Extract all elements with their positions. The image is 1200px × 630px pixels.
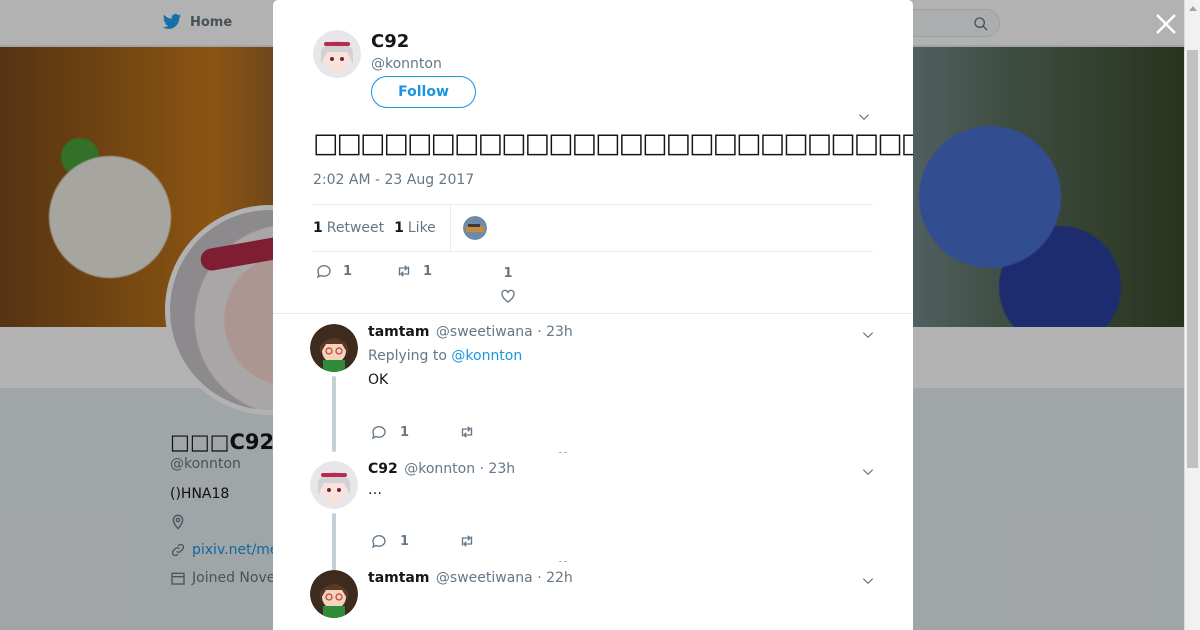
reply-action[interactable]: 1: [315, 262, 352, 280]
reply-author-handle[interactable]: @sweetiwana: [436, 324, 533, 340]
tweet-actions: 1 1 1: [313, 262, 873, 305]
tweet-stats: 1 Retweet 1 Like: [313, 204, 873, 252]
retweet-icon: [461, 426, 473, 438]
chevron-down-icon[interactable]: [861, 328, 875, 342]
thread-line: [332, 376, 336, 452]
follow-button[interactable]: Follow: [371, 76, 476, 108]
tweet-author-handle[interactable]: @konnton: [371, 56, 442, 72]
retweet-stat-label: Retweet: [326, 220, 385, 236]
like-action[interactable]: 1: [499, 266, 517, 305]
reply-action[interactable]: 1: [370, 423, 458, 441]
reply-count: 1: [400, 533, 410, 549]
tweet-timestamp[interactable]: 2:02 AM - 23 Aug 2017: [313, 172, 474, 188]
reply-text: OK: [368, 372, 389, 388]
reply-actions: 1: [370, 532, 546, 550]
replying-to-prefix: Replying to: [368, 348, 447, 364]
reply-avatar[interactable]: [310, 461, 358, 509]
reply-icon: [371, 426, 386, 440]
retweet-icon: [398, 265, 410, 277]
scrollbar[interactable]: [1184, 0, 1200, 630]
tweet-author-name[interactable]: C92: [371, 31, 409, 52]
reply-header: tamtam @sweetiwana · 23h: [368, 324, 573, 340]
like-stat-label: Like: [407, 220, 436, 236]
retweet-action[interactable]: 1: [395, 262, 432, 280]
like-count: 1: [503, 266, 513, 281]
tweet-author-avatar[interactable]: [313, 30, 361, 78]
replying-to: Replying to @konnton: [368, 348, 522, 364]
like-stat-count: 1: [394, 220, 404, 236]
stats-divider: [449, 205, 451, 251]
thread-divider: [273, 313, 913, 314]
reply-action[interactable]: 1: [370, 532, 458, 550]
heart-icon: [501, 289, 515, 303]
chevron-down-icon[interactable]: [857, 110, 871, 124]
tweet-modal: C92 @konnton Follow □□□□□□□□□□□□□□□□□□□□…: [273, 0, 913, 630]
reply-text: …: [368, 482, 382, 498]
chevron-down-icon[interactable]: [861, 574, 875, 588]
reply-time[interactable]: · 23h: [480, 461, 516, 477]
reply-header: C92 @konnton · 23h: [368, 461, 515, 477]
retweet-action[interactable]: [458, 423, 546, 441]
reply-author-name[interactable]: tamtam: [368, 324, 429, 340]
retweet-stat-count: 1: [313, 220, 323, 236]
tweet-text: □□□□□□□□□□□□□□□□□□□□□□□□□□□□□□□□□□□□□□□□…: [313, 128, 913, 159]
retweet-count: 1: [423, 263, 433, 279]
reply-time[interactable]: · 23h: [537, 324, 573, 340]
reply-header: tamtam @sweetiwana · 22h: [368, 570, 573, 586]
reply-actions: 1: [370, 423, 546, 441]
scroll-up-arrow-icon[interactable]: [1189, 6, 1197, 11]
chevron-down-icon[interactable]: [861, 465, 875, 479]
retweet-icon: [461, 535, 473, 547]
replying-to-link[interactable]: @konnton: [451, 348, 522, 364]
like-stat[interactable]: 1 Like: [394, 220, 436, 236]
heart-icon[interactable]: [553, 559, 573, 562]
reply-avatar[interactable]: [310, 570, 358, 618]
reply-count: 1: [400, 424, 410, 440]
heart-icon[interactable]: [553, 450, 573, 453]
retweet-stat[interactable]: 1 Retweet: [313, 220, 384, 236]
reply-avatar[interactable]: [310, 324, 358, 372]
reply-time[interactable]: · 22h: [537, 570, 573, 586]
reply-author-name[interactable]: C92: [368, 461, 398, 477]
reply-author-handle[interactable]: @sweetiwana: [436, 570, 533, 586]
close-icon[interactable]: [1154, 12, 1178, 36]
thread-line: [332, 513, 336, 571]
reply-icon: [316, 265, 331, 279]
reply-author-handle[interactable]: @konnton: [404, 461, 475, 477]
reply-author-name[interactable]: tamtam: [368, 570, 429, 586]
scrollbar-thumb[interactable]: [1187, 50, 1198, 468]
reply-count: 1: [343, 263, 353, 279]
retweet-action[interactable]: [458, 532, 546, 550]
reply-icon: [371, 535, 386, 549]
liker-avatar[interactable]: [462, 216, 487, 240]
